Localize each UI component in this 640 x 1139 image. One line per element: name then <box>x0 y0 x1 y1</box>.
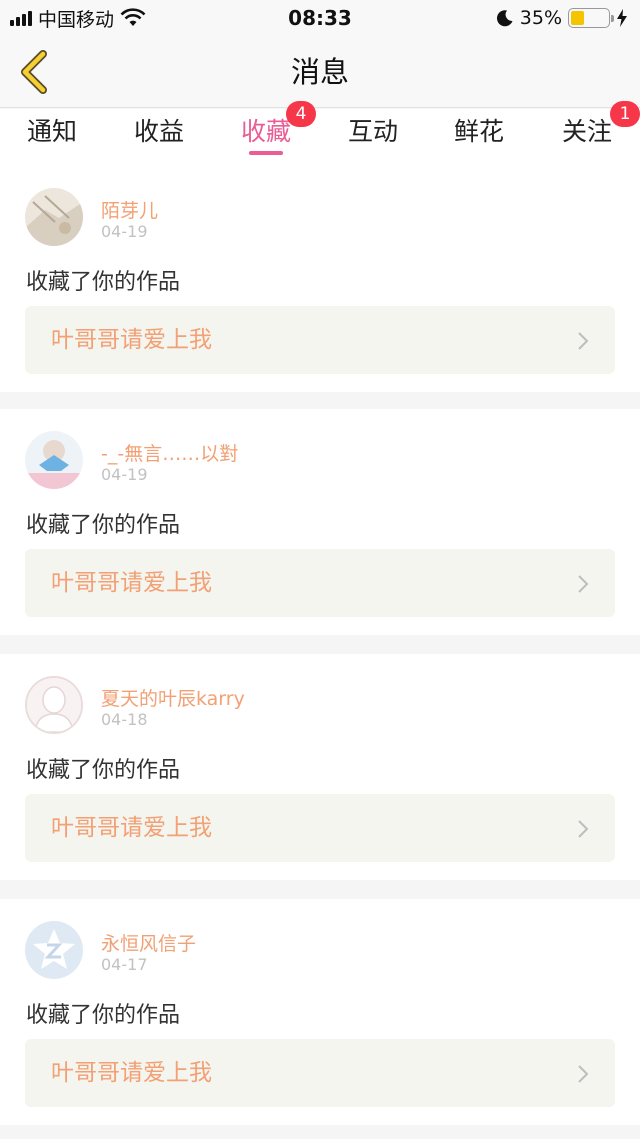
back-button[interactable] <box>14 50 54 94</box>
work-title: 叶哥哥请爱上我 <box>51 327 212 353</box>
action-text: 收藏了你的作品 <box>26 758 181 783</box>
work-title: 叶哥哥请爱上我 <box>51 1060 212 1086</box>
tab-label: 收益 <box>133 117 184 146</box>
favorites-count-badge: 4 <box>286 101 316 127</box>
user-avatar[interactable] <box>25 921 83 979</box>
charging-bolt-icon <box>617 9 627 27</box>
tab-label: 关注 <box>561 117 612 146</box>
user-avatar[interactable] <box>25 676 83 734</box>
action-text: 收藏了你的作品 <box>26 1003 181 1028</box>
do-not-disturb-moon-icon <box>496 10 513 27</box>
default-user-avatar-icon <box>27 678 81 732</box>
work-link[interactable]: 叶哥哥请爱上我 <box>25 306 615 374</box>
tab-follows[interactable]: 关注 1 <box>537 101 640 166</box>
work-title: 叶哥哥请爱上我 <box>51 570 212 596</box>
chevron-right-icon <box>578 332 589 350</box>
message-card: 陌芽儿 04-19 收藏了你的作品 叶哥哥请爱上我 <box>0 166 640 392</box>
work-link[interactable]: 叶哥哥请爱上我 <box>25 1039 615 1107</box>
tab-label: 通知 <box>26 117 77 146</box>
wifi-icon <box>120 8 146 26</box>
username[interactable]: 陌芽儿 <box>101 196 158 223</box>
photo-avatar-icon <box>25 431 83 489</box>
tab-notifications[interactable]: 通知 <box>2 109 102 166</box>
username[interactable]: -_-無言……以對 <box>101 439 238 466</box>
message-date: 04-18 <box>101 710 148 729</box>
qq-avatar-icon <box>25 921 83 979</box>
message-card: -_-無言……以對 04-19 收藏了你的作品 叶哥哥请爱上我 <box>0 409 640 635</box>
tab-label: 鲜花 <box>453 117 504 146</box>
tab-interactions[interactable]: 互动 <box>323 109 423 166</box>
tab-favorites[interactable]: 收藏 4 <box>216 101 316 166</box>
follows-count-badge: 1 <box>610 101 640 127</box>
user-avatar[interactable] <box>25 188 83 246</box>
tab-flowers[interactable]: 鲜花 <box>429 109 529 166</box>
message-date: 04-19 <box>101 222 148 241</box>
username[interactable]: 永恒风信子 <box>101 929 196 956</box>
message-card: 永恒风信子 04-17 收藏了你的作品 叶哥哥请爱上我 <box>0 899 640 1125</box>
work-link[interactable]: 叶哥哥请爱上我 <box>25 549 615 617</box>
username[interactable]: 夏天的叶辰karry <box>101 684 245 711</box>
chevron-right-icon <box>578 575 589 593</box>
page-title: 消息 <box>290 55 349 89</box>
tab-earnings[interactable]: 收益 <box>109 109 209 166</box>
message-date: 04-17 <box>101 955 148 974</box>
tab-label: 互动 <box>347 117 398 146</box>
work-title: 叶哥哥请爱上我 <box>51 815 212 841</box>
navigation-bar: 消息 <box>0 36 640 108</box>
tab-bar: 通知 收益 收藏 4 互动 鲜花 关注 1 <box>0 101 640 166</box>
user-avatar[interactable] <box>25 431 83 489</box>
carrier-name: 中国移动 <box>38 8 115 31</box>
message-card: 夏天的叶辰karry 04-18 收藏了你的作品 叶哥哥请爱上我 <box>0 654 640 880</box>
back-chevron-icon <box>21 50 47 94</box>
battery-level-fill <box>571 11 584 25</box>
photo-avatar-icon <box>25 188 83 246</box>
battery-icon <box>568 8 614 28</box>
action-text: 收藏了你的作品 <box>26 270 181 295</box>
chevron-right-icon <box>578 820 589 838</box>
action-text: 收藏了你的作品 <box>26 513 181 538</box>
cellular-signal-icon <box>10 10 32 26</box>
status-bar: 中国移动 08:33 35% <box>0 0 640 36</box>
active-tab-indicator <box>249 151 283 155</box>
battery-percent: 35% <box>519 7 562 29</box>
work-link[interactable]: 叶哥哥请爱上我 <box>25 794 615 862</box>
message-date: 04-19 <box>101 465 148 484</box>
tab-label: 收藏 <box>240 117 291 146</box>
chevron-right-icon <box>578 1065 589 1083</box>
